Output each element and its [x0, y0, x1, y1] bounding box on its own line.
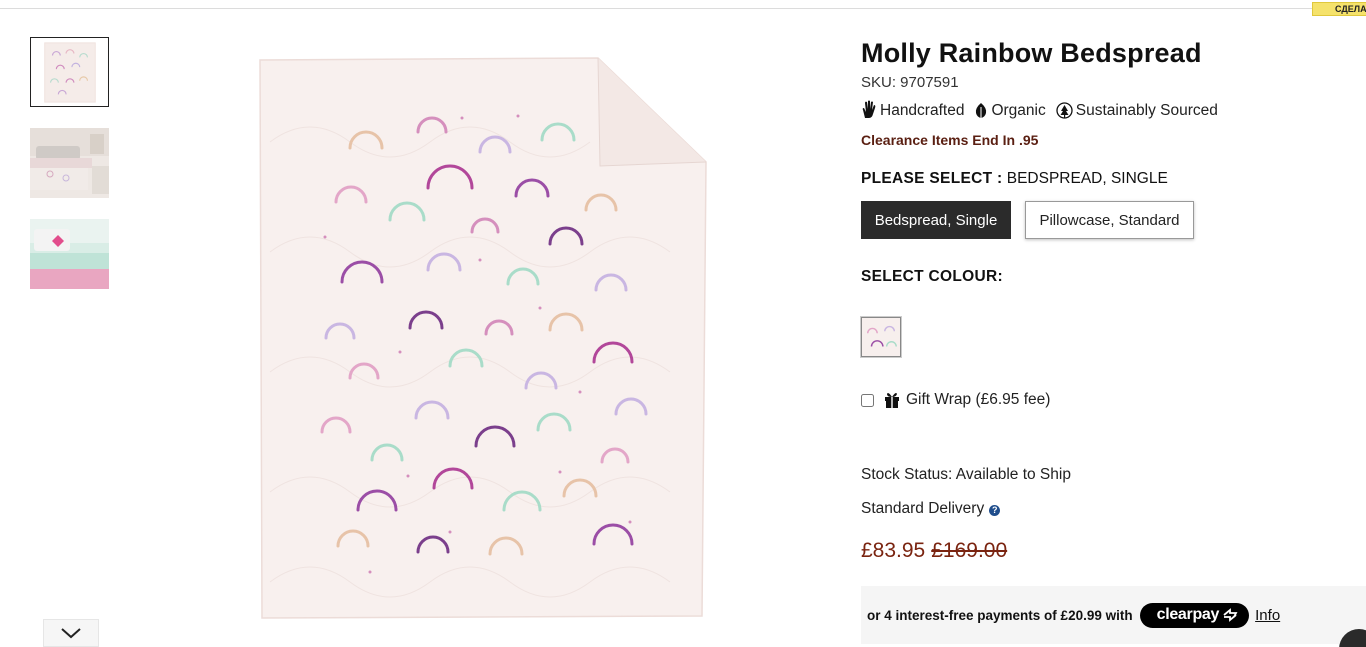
feature-sustainable: Sustainably Sourced	[1056, 102, 1218, 120]
size-options: Bedspread, Single Pillowcase, Standard	[861, 201, 1366, 239]
colour-swatch-rainbow[interactable]	[861, 317, 901, 357]
help-icon[interactable]: ?	[989, 504, 1001, 516]
organic-leaf-icon	[976, 103, 987, 119]
tree-icon	[1056, 102, 1073, 119]
selected-value: BEDSPREAD, SINGLE	[1006, 170, 1168, 187]
thumbnail-bedspread[interactable]	[30, 37, 109, 107]
corner-promo-badge[interactable]: СДЕЛА	[1312, 2, 1366, 16]
feature-handcrafted: Handcrafted	[861, 100, 964, 120]
feature-organic: Organic	[974, 102, 1046, 120]
delivery-label: Standard Delivery	[861, 500, 985, 517]
standard-delivery: Standard Delivery ?	[861, 500, 1366, 518]
gift-wrap-label: Gift Wrap (£6.95 fee)	[906, 391, 1051, 408]
price: £83.95 £169.00	[861, 539, 1366, 563]
option-bedspread-single[interactable]: Bedspread, Single	[861, 201, 1011, 239]
gift-wrap-checkbox[interactable]	[861, 393, 874, 407]
stock-status: Stock Status: Available to Ship	[861, 466, 1071, 483]
chevron-down-icon	[61, 628, 81, 639]
select-colour-label: SELECT COLOUR:	[861, 268, 1003, 285]
clearance-notice: Clearance Items End In .95	[861, 132, 1039, 148]
clearpay-arrows-icon	[1223, 608, 1238, 622]
gift-wrap-option[interactable]: Gift Wrap (£6.95 fee)	[861, 391, 1366, 409]
feature-label: Handcrafted	[880, 102, 965, 119]
option-pillowcase-standard[interactable]: Pillowcase, Standard	[1025, 201, 1194, 239]
clearpay-info-link[interactable]: Info	[1255, 607, 1280, 624]
clearpay-text: or 4 interest-free payments of £20.99 wi…	[867, 607, 1133, 623]
product-sku: SKU: 9707591	[861, 74, 959, 91]
please-select-label: PLEASE SELECT :	[861, 170, 1003, 187]
top-divider	[0, 8, 1366, 9]
clearpay-logo[interactable]: clearpay	[1139, 602, 1250, 628]
sale-price: £83.95	[861, 539, 926, 562]
original-price: £169.00	[931, 539, 1008, 562]
size-selection-label: PLEASE SELECT : BEDSPREAD, SINGLE	[861, 170, 1366, 188]
clearpay-brand: clearpay	[1156, 606, 1220, 623]
product-features: Handcrafted Organic Sustainably Sourced	[861, 100, 1366, 120]
feature-label: Sustainably Sourced	[1075, 102, 1218, 119]
clearpay-banner: or 4 interest-free payments of £20.99 wi…	[861, 586, 1366, 644]
product-title: Molly Rainbow Bedspread	[861, 38, 1202, 68]
main-product-image[interactable]	[250, 52, 720, 627]
thumbnail-scroll-down-button[interactable]	[43, 619, 99, 647]
gift-icon	[885, 393, 899, 408]
product-details-panel: Molly Rainbow Bedspread SKU: 9707591 Han…	[861, 38, 1366, 644]
hand-icon	[862, 100, 876, 118]
thumbnail-bedroom-mint[interactable]	[30, 219, 109, 289]
thumbnail-gallery	[30, 37, 110, 310]
feature-label: Organic	[991, 102, 1046, 119]
thumbnail-bedroom-pink[interactable]	[30, 128, 109, 198]
